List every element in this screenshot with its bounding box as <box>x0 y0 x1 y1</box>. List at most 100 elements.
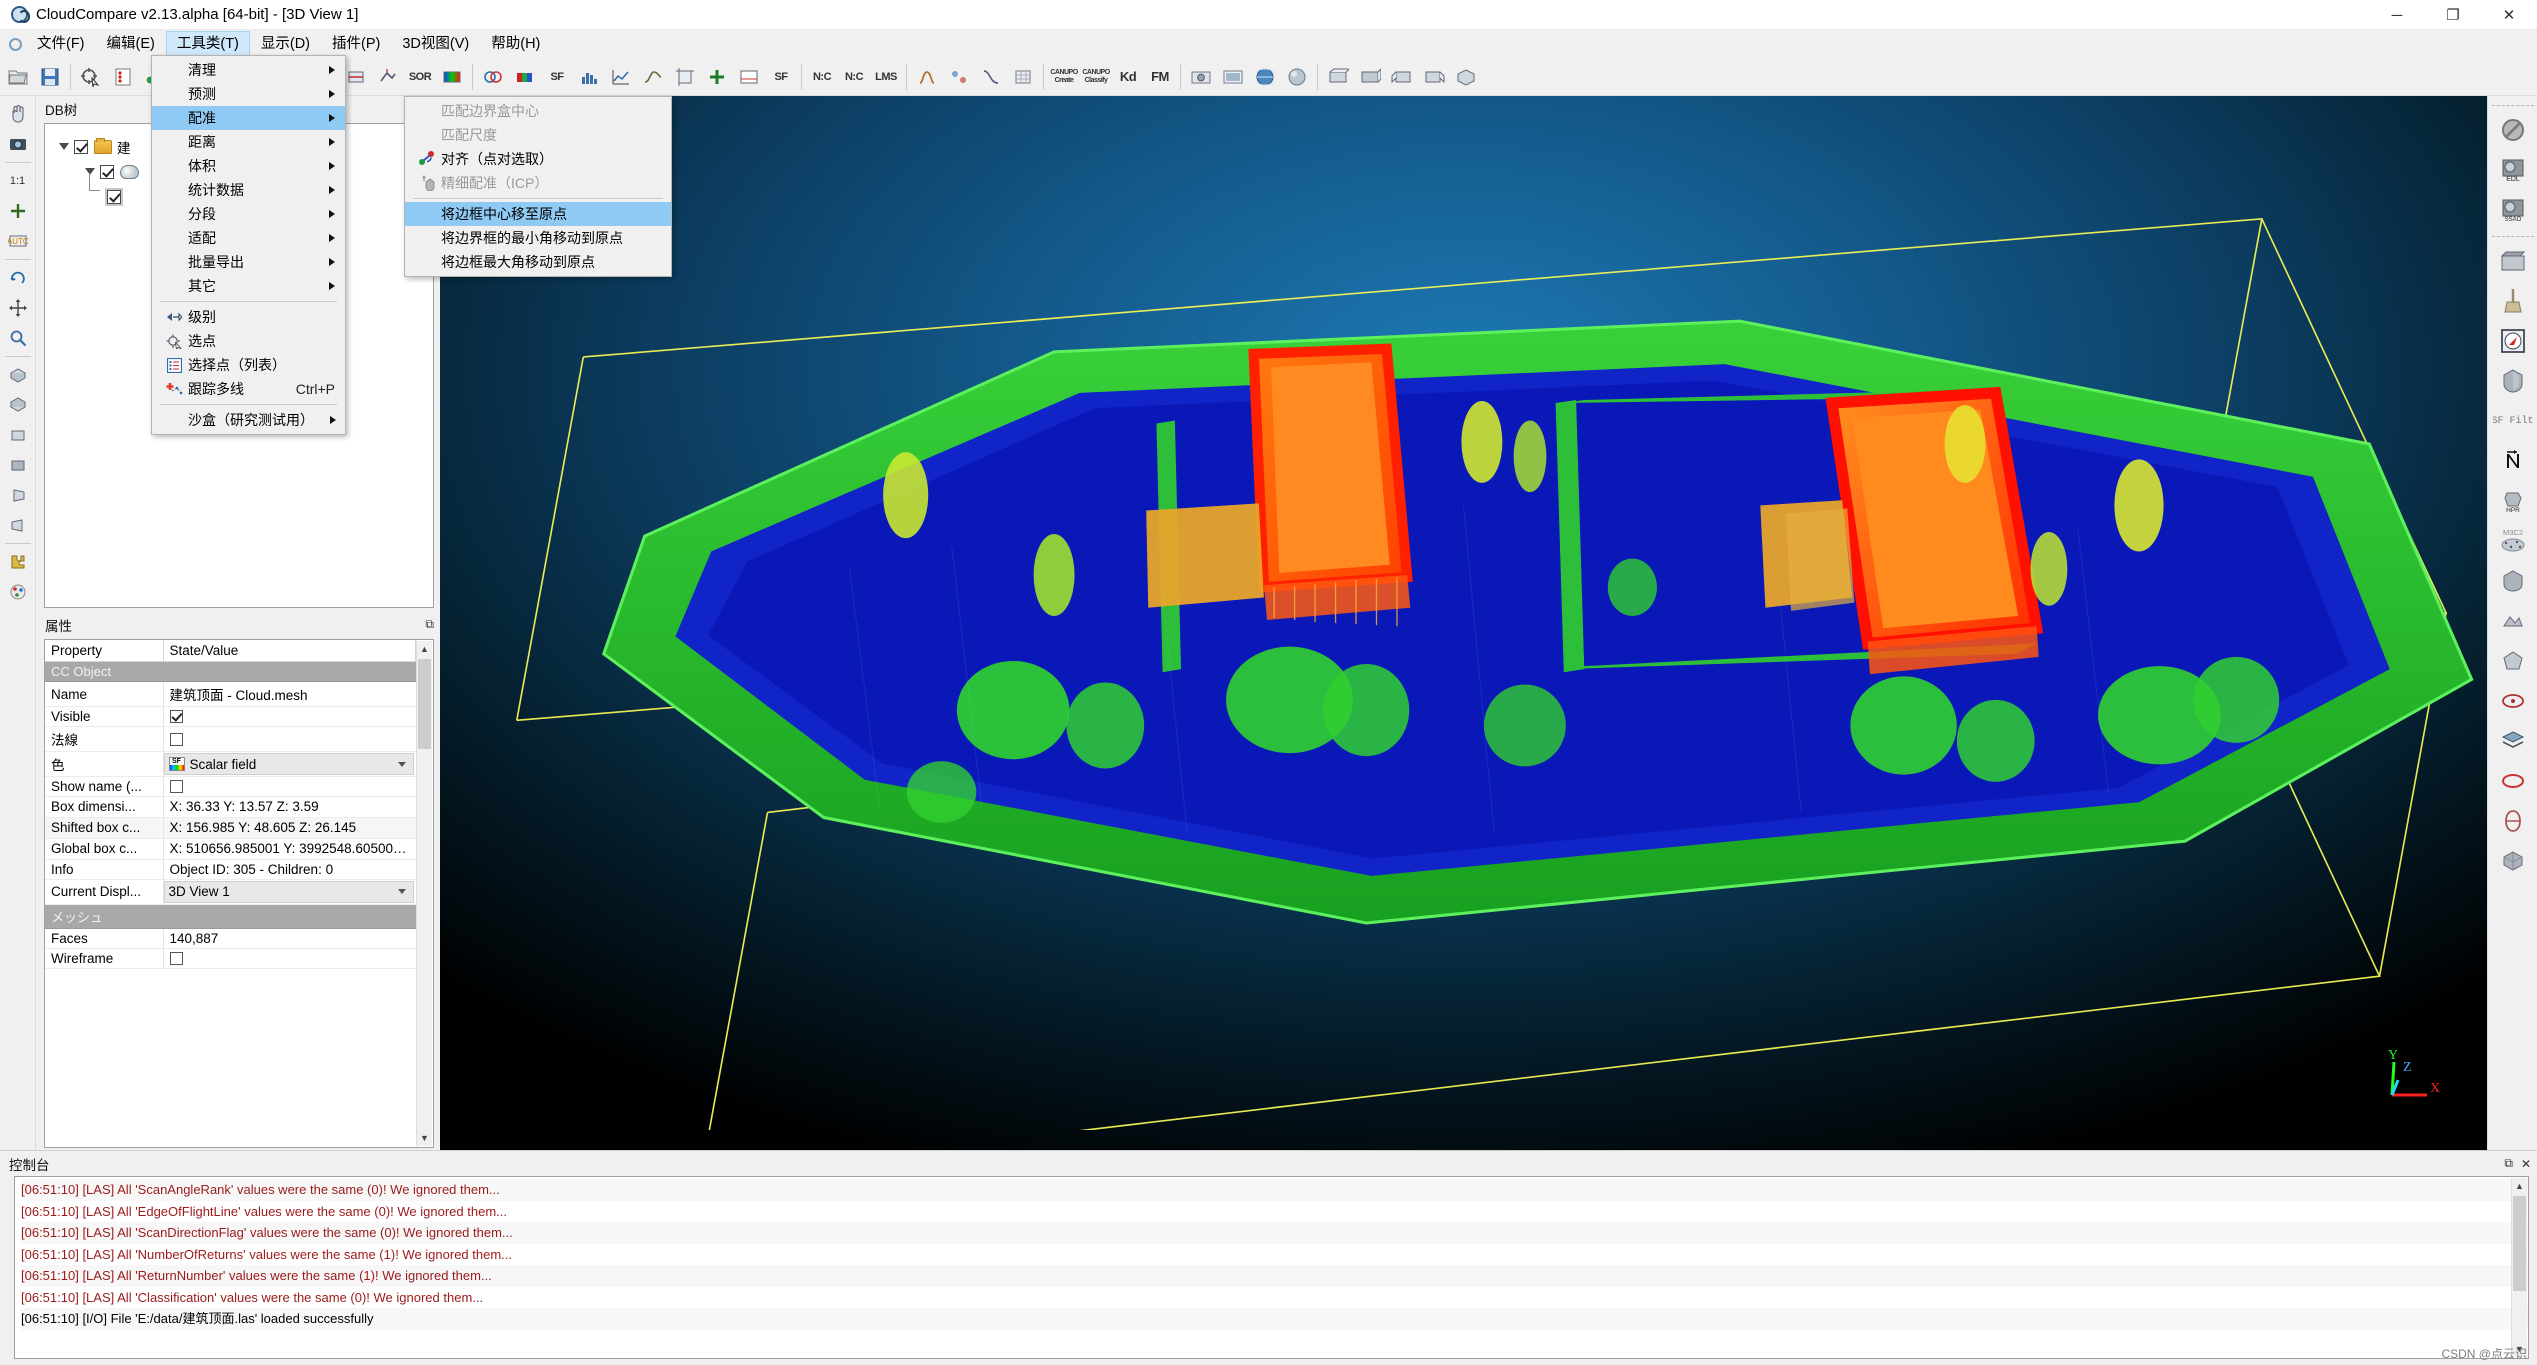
show-name-checkbox[interactable] <box>170 780 183 793</box>
menu-item-pick-point[interactable]: 选点 <box>152 329 345 353</box>
menu-item-other[interactable]: 其它 <box>152 274 345 298</box>
pan-icon[interactable] <box>3 293 33 322</box>
registration-submenu[interactable]: 匹配边界盒中心 匹配尺度 对齐（点对选取） 精细配准（ICP） 将边框中心移至原… <box>404 96 672 277</box>
compute-normals-icon[interactable] <box>373 62 403 92</box>
sf-icon[interactable]: SF <box>542 62 572 92</box>
registration-icon[interactable] <box>478 62 508 92</box>
csf-filter-icon[interactable] <box>2493 362 2533 400</box>
menu-item-distance[interactable]: 距离 <box>152 130 345 154</box>
normals-checkbox[interactable] <box>170 733 183 746</box>
orbit-icon[interactable] <box>3 263 33 292</box>
local-stat-test-icon[interactable]: LMS <box>871 62 901 92</box>
menu-plugins[interactable]: 插件(P) <box>321 31 391 57</box>
menu-item-trace-polyline[interactable]: 跟踪多线 Ctrl+P <box>152 377 345 401</box>
view-front-icon[interactable] <box>1323 62 1353 92</box>
scroll-down-icon[interactable]: ▼ <box>417 1130 432 1146</box>
normals-n-icon[interactable] <box>2493 442 2533 480</box>
zoom-icon[interactable] <box>3 323 33 352</box>
submenu-item-move-bbox-center-to-origin[interactable]: 将边框中心移至原点 <box>405 202 671 226</box>
menu-item-fit[interactable]: 适配 <box>152 226 345 250</box>
menu-item-statistics[interactable]: 统计数据 <box>152 178 345 202</box>
properties-scrollbar[interactable]: ▲ ▼ <box>416 641 432 1146</box>
submenu-item-match-bbox-center[interactable]: 匹配边界盒中心 <box>405 99 671 123</box>
scroll-up-icon[interactable]: ▲ <box>417 641 432 657</box>
menu-help[interactable]: 帮助(H) <box>480 31 551 57</box>
menu-tools[interactable]: 工具类(T) <box>166 31 250 57</box>
menu-item-cleaning[interactable]: 清理 <box>152 58 345 82</box>
scroll-up-icon-2[interactable]: ▲ <box>2512 1178 2527 1194</box>
colors-combo[interactable]: SF Scalar field <box>164 753 414 775</box>
ransac-icon[interactable] <box>2493 682 2533 720</box>
view-right2-icon[interactable] <box>3 510 33 539</box>
close-button[interactable]: ✕ <box>2481 0 2537 30</box>
console-scrollbar[interactable]: ▲ ▼ <box>2511 1178 2527 1357</box>
menu-item-projection[interactable]: 预测 <box>152 82 345 106</box>
submenu-item-match-scale[interactable]: 匹配尺度 <box>405 123 671 147</box>
scrollbar-thumb[interactable] <box>418 659 431 749</box>
scalar-field-tool-icon[interactable] <box>734 62 764 92</box>
cloud-to-mesh-dist-icon[interactable]: N:C <box>839 62 869 92</box>
zoom-1to1-icon[interactable]: 1:1 <box>3 166 33 195</box>
histogram-icon[interactable] <box>574 62 604 92</box>
add-icon[interactable] <box>702 62 732 92</box>
view-back2-icon[interactable] <box>3 450 33 479</box>
globe-icon[interactable] <box>1250 62 1280 92</box>
rasterize-icon[interactable] <box>1008 62 1038 92</box>
menu-item-level[interactable]: 级别 <box>152 305 345 329</box>
submenu-item-fine-registration-icp[interactable]: 精细配准（ICP） <box>405 171 671 195</box>
m3c2-icon[interactable]: M3C2 <box>2493 522 2533 560</box>
menu-item-volume[interactable]: 体积 <box>152 154 345 178</box>
menu-edit[interactable]: 编辑(E) <box>96 31 166 57</box>
float-icon[interactable]: ⧉ <box>425 617 434 632</box>
display-settings-icon[interactable] <box>1218 62 1248 92</box>
camera-icon[interactable] <box>3 129 33 158</box>
expander-down-icon[interactable] <box>59 143 69 150</box>
edl-shader-icon[interactable]: EDL <box>2493 151 2533 189</box>
menu-3dviews[interactable]: 3D视图(V) <box>391 31 480 57</box>
sra-icon[interactable] <box>2493 802 2533 840</box>
sor-filter-icon[interactable]: SOR <box>405 62 435 92</box>
sf-gradient-icon[interactable] <box>437 62 467 92</box>
tree-checkbox-3[interactable] <box>107 190 121 204</box>
minimize-button[interactable]: ─ <box>2369 0 2425 30</box>
no-shader-icon[interactable] <box>2493 111 2533 149</box>
open-file-icon[interactable] <box>3 62 33 92</box>
curvature-icon[interactable] <box>638 62 668 92</box>
submenu-item-align-point-pair[interactable]: 对齐（点对选取） <box>405 147 671 171</box>
view-front2-icon[interactable] <box>3 420 33 449</box>
facets-icon[interactable]: FM <box>1145 62 1175 92</box>
layers-icon[interactable] <box>2493 722 2533 760</box>
auto-zoom-icon[interactable]: AUTO <box>3 226 33 255</box>
unroll-icon[interactable] <box>976 62 1006 92</box>
crop-icon[interactable] <box>670 62 700 92</box>
menu-item-segmentation[interactable]: 分段 <box>152 202 345 226</box>
view-back-icon[interactable] <box>1355 62 1385 92</box>
kdtree-icon[interactable]: Kd <box>1113 62 1143 92</box>
view-bottom-icon[interactable] <box>3 390 33 419</box>
wireframe-checkbox[interactable] <box>170 952 183 965</box>
statistical-test-icon[interactable] <box>912 62 942 92</box>
close-icon[interactable]: ✕ <box>2521 1157 2531 1171</box>
pick-rotation-center-icon[interactable] <box>3 99 33 128</box>
view-iso-icon[interactable] <box>1451 62 1481 92</box>
submenu-item-move-bbox-min-to-origin[interactable]: 将边界框的最小角移动到原点 <box>405 226 671 250</box>
menu-item-registration[interactable]: 配准 <box>152 106 345 130</box>
point-list-picking-icon[interactable] <box>108 62 138 92</box>
float-icon-2[interactable]: ⧉ <box>2504 1156 2513 1171</box>
save-file-icon[interactable] <box>35 62 65 92</box>
color-scale-icon[interactable] <box>510 62 540 92</box>
3d-viewport[interactable]: X Y Z <box>440 96 2487 1150</box>
view-left-icon[interactable] <box>1387 62 1417 92</box>
plugin-icon[interactable] <box>3 547 33 576</box>
animation-icon[interactable] <box>2493 242 2533 280</box>
menu-item-batch-export[interactable]: 批量导出 <box>152 250 345 274</box>
menu-file[interactable]: 文件(F) <box>26 31 96 57</box>
scrollbar-thumb-2[interactable] <box>2513 1196 2526 1291</box>
visible-checkbox[interactable] <box>170 710 183 723</box>
plot-icon[interactable] <box>606 62 636 92</box>
view-right-icon[interactable] <box>1419 62 1449 92</box>
pcv-icon[interactable] <box>2493 562 2533 600</box>
cloud-to-cloud-dist-icon[interactable]: N:C <box>807 62 837 92</box>
tree-checkbox[interactable] <box>74 140 88 154</box>
qhull-icon[interactable] <box>2493 642 2533 680</box>
